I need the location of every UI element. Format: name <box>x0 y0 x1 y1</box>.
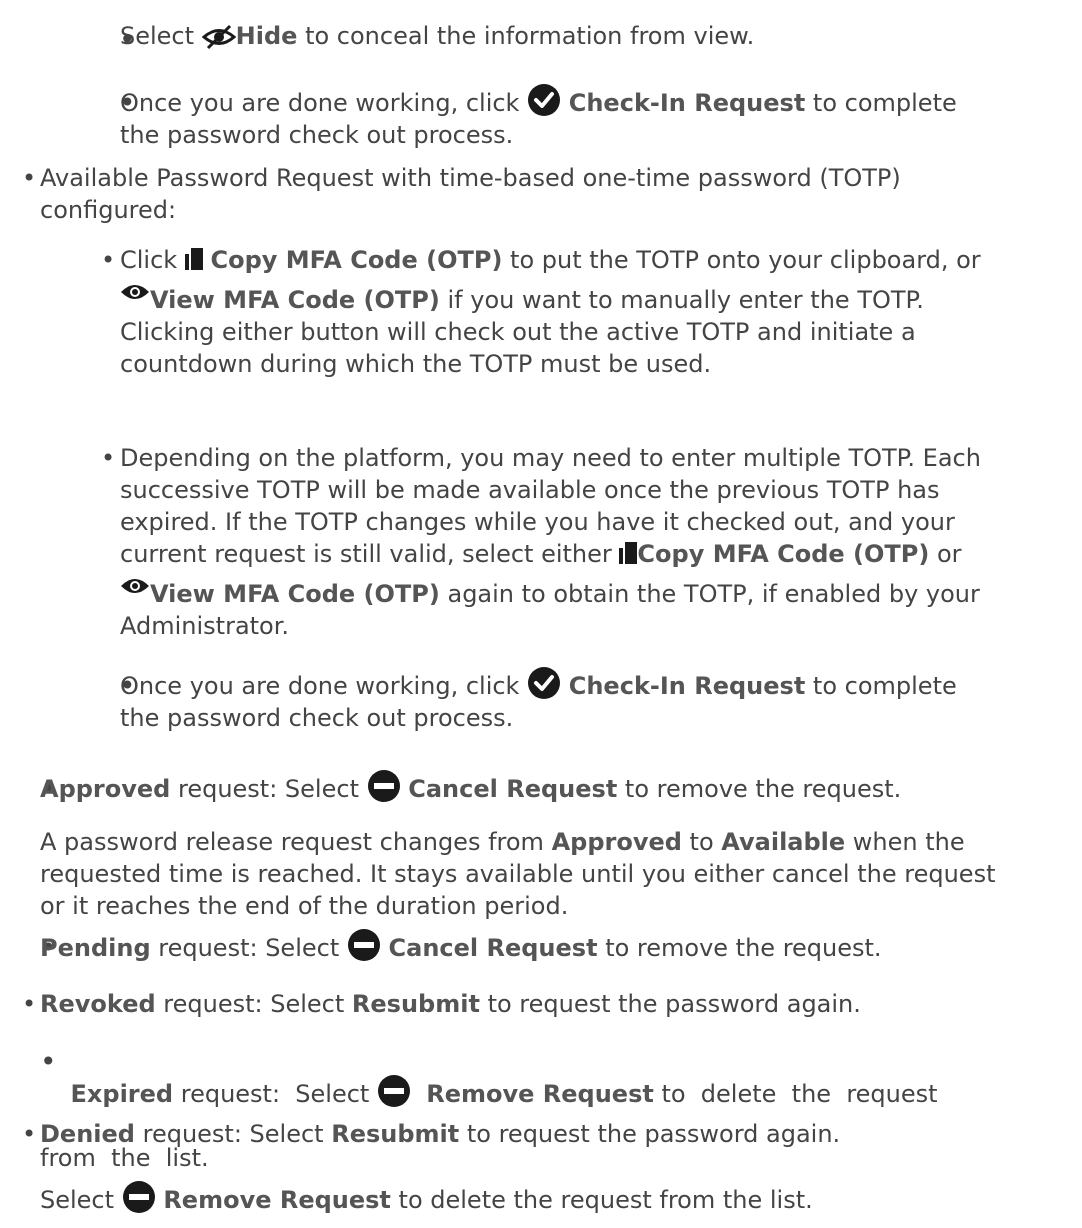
list-item-hide: Select Hide to conceal the information f… <box>120 20 754 52</box>
list-item-depending: Depending on the platform, you may need … <box>120 442 981 642</box>
item-text: to complete <box>805 672 957 700</box>
item-text: to delete the request <box>653 1080 938 1108</box>
resubmit-label: Resubmit <box>351 990 480 1018</box>
list-bullet: • <box>101 246 116 274</box>
item-text: the password check out process. <box>120 121 514 149</box>
item-text: A password release request changes from <box>40 828 552 856</box>
item-text: or it reaches the end of the duration pe… <box>40 892 569 920</box>
item-text: request: Select <box>134 1120 332 1148</box>
minus-circle-icon <box>122 1180 156 1214</box>
item-text: Available Password Request with time-bas… <box>40 164 901 192</box>
eye-slash-icon <box>201 24 236 50</box>
item-text: configured: <box>40 196 177 224</box>
remove-request-label: Remove Request <box>426 1080 654 1108</box>
status-approved: Approved <box>40 775 171 803</box>
copy-icon <box>184 248 203 270</box>
item-text: to <box>681 828 722 856</box>
list-bullet: • <box>101 444 116 472</box>
status-approved: Approved <box>551 828 682 856</box>
status-denied: Denied <box>40 1120 135 1148</box>
list-bullet: • <box>22 1120 37 1148</box>
item-text: Select <box>120 22 202 50</box>
status-pending: Pending <box>40 934 151 962</box>
item-text: countdown during which the TOTP must be … <box>120 350 712 378</box>
list-bullet: • <box>22 990 37 1018</box>
list-item-checkin: Once you are done working, click Check-I… <box>120 83 957 151</box>
copy-mfa-code-label: Copy MFA Code (OTP) <box>637 540 930 568</box>
list-bullet: • <box>22 164 37 192</box>
list-item-copy-view: Click Copy MFA Code (OTP) to put the TOT… <box>120 244 981 380</box>
item-text: again to obtain the TOTP, if enabled by … <box>439 580 980 608</box>
item-text: Administrator. <box>120 612 290 640</box>
check-in-request-label: Check-In Request <box>568 672 806 700</box>
item-text: Depending on the platform, you may need … <box>120 444 981 472</box>
list-item-checkin: Once you are done working, click Check-I… <box>120 666 957 734</box>
item-text: Once you are done working, click <box>120 89 528 117</box>
cancel-request-label: Cancel Request <box>408 775 618 803</box>
item-text: to delete the request from the list. <box>390 1186 813 1214</box>
item-text: or <box>929 540 962 568</box>
denied-remove-note: Select Remove Request to delete the requ… <box>40 1180 813 1216</box>
item-text: when the <box>845 828 965 856</box>
item-text: the password check out process. <box>120 704 514 732</box>
item-text: expired. If the TOTP changes while you h… <box>120 508 955 536</box>
minus-circle-icon <box>377 1074 411 1108</box>
list-item-pending: Pending request: Select Cancel Request t… <box>40 928 882 964</box>
resubmit-label: Resubmit <box>331 1120 460 1148</box>
approved-note: A password release request changes from … <box>40 826 995 922</box>
item-text: Select <box>40 1186 122 1214</box>
item-text: request: Select <box>170 775 367 803</box>
item-text: to request the password again. <box>479 990 861 1018</box>
minus-circle-icon <box>367 769 401 803</box>
copy-icon <box>619 542 638 564</box>
item-text: to conceal the information from view. <box>297 22 755 50</box>
cancel-request-label: Cancel Request <box>388 934 598 962</box>
item-text: to put the TOTP onto your clipboard, or <box>502 246 981 274</box>
view-mfa-code-label: View MFA Code (OTP) <box>150 580 440 608</box>
list-item-totp: Available Password Request with time-bas… <box>40 162 901 226</box>
item-text: to complete <box>805 89 957 117</box>
item-text: requested time is reached. It stays avai… <box>40 860 996 888</box>
item-text: successive TOTP will be made available o… <box>120 476 940 504</box>
status-available: Available <box>721 828 846 856</box>
item-text: to remove the request. <box>597 934 882 962</box>
check-circle-icon <box>527 83 561 117</box>
item-text: Clicking either button will check out th… <box>120 318 916 346</box>
check-in-request-label: Check-In Request <box>568 89 806 117</box>
minus-circle-icon <box>347 928 381 962</box>
status-revoked: Revoked <box>40 990 156 1018</box>
item-text: current request is still valid, select e… <box>120 540 620 568</box>
remove-request-label: Remove Request <box>163 1186 391 1214</box>
item-text: request: Select <box>150 934 347 962</box>
item-text: to remove the request. <box>617 775 902 803</box>
item-text: request: Select <box>155 990 352 1018</box>
list-item-expired: Expired request: Select Remove Request t… <box>40 1042 938 1174</box>
list-item-revoked: Revoked request: Select Resubmit to requ… <box>40 988 861 1020</box>
check-circle-icon <box>527 666 561 700</box>
list-item-denied: Denied request: Select Resubmit to reque… <box>40 1118 840 1150</box>
hide-label: Hide <box>235 22 298 50</box>
item-text: Click <box>120 246 185 274</box>
view-mfa-code-label: View MFA Code (OTP) <box>150 286 440 314</box>
item-text: to request the password again. <box>459 1120 841 1148</box>
status-expired: Expired <box>70 1080 174 1108</box>
item-text: request: Select <box>173 1080 377 1108</box>
list-item-approved: Approved request: Select Cancel Request … <box>40 769 901 805</box>
copy-mfa-code-label: Copy MFA Code (OTP) <box>210 246 503 274</box>
eye-icon <box>120 576 150 596</box>
item-text: if you want to manually enter the TOTP. <box>439 286 924 314</box>
item-text: Once you are done working, click <box>120 672 528 700</box>
eye-icon <box>120 282 150 302</box>
